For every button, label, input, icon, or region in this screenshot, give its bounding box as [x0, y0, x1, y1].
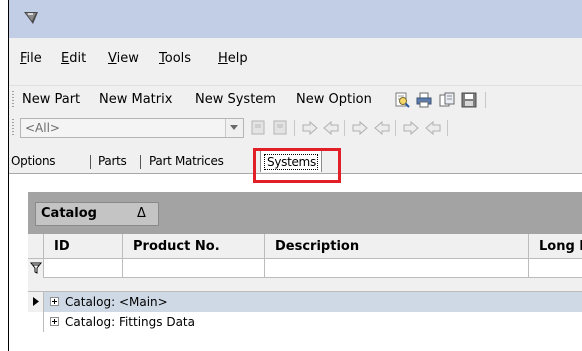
new-part-button[interactable]: New Part: [22, 92, 80, 107]
toolbar-separator: [395, 120, 396, 136]
tab-separator: [90, 155, 91, 169]
row-header: [28, 312, 44, 332]
app-logo-icon: [24, 12, 38, 24]
title-bar: [9, 0, 582, 38]
move-left-icon[interactable]: [424, 119, 442, 137]
filter-icon: [30, 262, 42, 274]
grid-spacer: [28, 278, 582, 292]
tab-part-matrices[interactable]: Part Matrices: [149, 154, 224, 168]
menu-edit-label: dit: [69, 51, 87, 66]
toolbar-separator: [485, 92, 486, 108]
column-header-label: ID: [54, 239, 70, 254]
new-system-button[interactable]: New System: [195, 92, 276, 107]
grid-header: ID Product No. Description Long I: [28, 234, 582, 259]
filter-cell-product-no[interactable]: [123, 259, 265, 278]
save-icon[interactable]: [460, 91, 478, 109]
menu-help[interactable]: Help: [218, 51, 248, 66]
menu-edit[interactable]: Edit: [61, 51, 86, 66]
current-row-indicator-icon: [33, 297, 39, 306]
tab-parts[interactable]: Parts: [98, 154, 127, 168]
catalog-filter-combo[interactable]: <All>: [20, 118, 244, 138]
expand-icon[interactable]: [50, 297, 59, 306]
filter-toolbar: <All>: [9, 114, 582, 146]
toolbar-separator: [447, 120, 448, 136]
filter-row-header: [28, 259, 44, 278]
menu-edit-accel: E: [61, 51, 70, 66]
move-right-icon[interactable]: [351, 119, 369, 137]
tab-options[interactable]: Options: [11, 154, 56, 168]
group-by-label: Catalog: [41, 206, 97, 221]
combo-dropdown-button[interactable]: [225, 119, 243, 137]
annotation-highlight-box: [253, 148, 341, 183]
filter-cell-description[interactable]: [265, 259, 529, 278]
menu-help-label: elp: [227, 51, 248, 66]
menu-view-label: iew: [116, 51, 139, 66]
menu-help-accel: H: [218, 51, 228, 66]
expand-icon[interactable]: [50, 317, 59, 326]
row-header: [28, 292, 44, 312]
catalog-filter-value: <All>: [25, 121, 60, 135]
group-by-catalog-button[interactable]: Catalog Δ: [35, 202, 159, 226]
move-left-icon[interactable]: [373, 119, 391, 137]
toolbar-grip[interactable]: [12, 91, 14, 109]
menu-bar: File Edit View Tools Help: [9, 38, 582, 86]
new-option-button[interactable]: New Option: [296, 92, 372, 107]
toolbar-separator: [294, 120, 295, 136]
main-toolbar: New Part New Matrix New System New Optio…: [9, 86, 582, 114]
column-header-long[interactable]: Long I: [529, 234, 582, 259]
column-header-label: Long I: [539, 239, 582, 254]
menu-file[interactable]: File: [20, 51, 42, 66]
move-right-icon[interactable]: [301, 119, 319, 137]
toolbar-separator: [344, 120, 345, 136]
disabled-doc-icon[interactable]: [250, 119, 268, 137]
filter-cell-long[interactable]: [529, 259, 582, 278]
row-header-column: [28, 234, 44, 259]
group-row-label: Catalog: <Main>: [65, 295, 168, 309]
disabled-doc-icon[interactable]: [272, 119, 290, 137]
tab-separator: [140, 155, 141, 169]
new-matrix-button[interactable]: New Matrix: [99, 92, 172, 107]
copy-icon[interactable]: [438, 91, 456, 109]
app-window: File Edit View Tools Help New Part New M…: [0, 0, 582, 351]
column-header-description[interactable]: Description: [265, 234, 529, 259]
print-preview-icon[interactable]: [393, 91, 411, 109]
group-row-label: Catalog: Fittings Data: [65, 315, 195, 329]
group-row-main[interactable]: Catalog: <Main>: [28, 292, 582, 312]
column-header-label: Description: [275, 239, 360, 254]
menu-tools-label: ools: [164, 51, 192, 66]
menu-tools[interactable]: Tools: [159, 51, 191, 66]
chevron-down-icon: [230, 125, 238, 130]
menu-file-label: ile: [26, 51, 42, 66]
menu-view-accel: V: [108, 51, 117, 66]
move-right-icon[interactable]: [402, 119, 420, 137]
toolbar-grip[interactable]: [12, 119, 14, 137]
column-header-label: Product No.: [133, 239, 220, 254]
column-header-product-no[interactable]: Product No.: [123, 234, 265, 259]
filter-row: [28, 259, 582, 278]
window-left-border: [0, 0, 9, 351]
menu-view[interactable]: View: [108, 51, 139, 66]
filter-cell-id[interactable]: [44, 259, 123, 278]
print-icon[interactable]: [415, 91, 433, 109]
group-row-fittings[interactable]: Catalog: Fittings Data: [28, 312, 582, 332]
move-left-icon[interactable]: [322, 119, 340, 137]
sort-ascending-icon: Δ: [137, 206, 146, 221]
column-header-id[interactable]: ID: [44, 234, 123, 259]
